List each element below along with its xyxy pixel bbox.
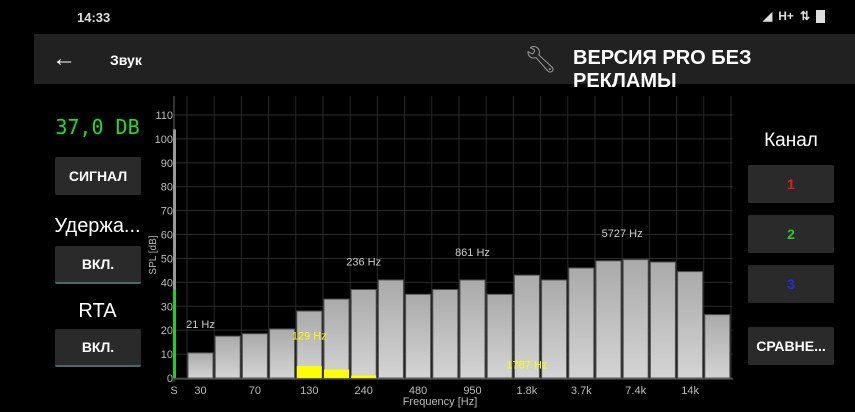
y-tick-label: 30 bbox=[161, 301, 173, 313]
spectrum-bar bbox=[677, 271, 704, 379]
spectrum-bar bbox=[432, 289, 459, 379]
spectrum-bar bbox=[269, 328, 296, 379]
x-tick-label: 950 bbox=[463, 385, 481, 397]
spectrum-bar bbox=[377, 279, 404, 379]
y-tick-label: 70 bbox=[161, 206, 173, 218]
y-tick-label: 10 bbox=[161, 349, 173, 361]
x-axis-label: Frequency [Hz] bbox=[403, 396, 478, 408]
x-tick-label: 14k bbox=[681, 385, 699, 397]
x-tick-label: 130 bbox=[300, 385, 318, 397]
spectrum-bar bbox=[241, 333, 268, 379]
hold-bar bbox=[351, 375, 377, 378]
y-tick-label: 0 bbox=[167, 373, 173, 385]
spectrum-bar bbox=[405, 293, 432, 379]
meter-label: S bbox=[170, 385, 177, 397]
level-meter-peak bbox=[173, 129, 176, 290]
x-tick-label: 3.7k bbox=[571, 385, 592, 397]
peak-label: 21 Hz bbox=[186, 319, 215, 331]
y-tick-label: 100 bbox=[155, 134, 173, 146]
spectrum-bar bbox=[350, 289, 377, 379]
x-tick-label: 70 bbox=[249, 385, 261, 397]
y-tick-label: 110 bbox=[155, 110, 173, 122]
spectrum-bar bbox=[649, 261, 676, 379]
y-tick-label: 60 bbox=[161, 230, 173, 242]
hold-bar bbox=[324, 369, 349, 378]
hold-peak-label: 129 Hz bbox=[292, 331, 327, 343]
x-tick-label: 30 bbox=[194, 385, 206, 397]
peak-label: 5727 Hz bbox=[602, 228, 643, 240]
x-tick-label: 240 bbox=[355, 385, 373, 397]
y-axis-label: SPL [dB] bbox=[148, 235, 159, 274]
x-tick-label: 480 bbox=[409, 385, 427, 397]
hold-bar bbox=[296, 366, 322, 378]
y-tick-label: 20 bbox=[161, 325, 173, 337]
spectrum-bar bbox=[704, 314, 731, 379]
spectrum-bar bbox=[214, 335, 241, 379]
peak-label: 861 Hz bbox=[455, 247, 490, 259]
spectrum-bar bbox=[622, 259, 649, 379]
y-tick-label: 90 bbox=[161, 158, 173, 170]
peak-label: 236 Hz bbox=[346, 257, 381, 269]
y-tick-label: 50 bbox=[161, 253, 173, 265]
spectrum-bar bbox=[568, 267, 595, 379]
y-tick-label: 40 bbox=[161, 277, 173, 289]
hold-peak-label: 1787 Hz bbox=[506, 359, 547, 371]
spectrum-bar bbox=[595, 260, 622, 379]
spectrum-bar bbox=[187, 352, 214, 379]
level-meter-bar bbox=[173, 289, 176, 378]
spectrum-bar bbox=[459, 279, 486, 379]
x-tick-label: 1.8k bbox=[517, 385, 538, 397]
x-tick-label: 7.4k bbox=[625, 385, 646, 397]
spectrum-chart: 0 10 20 30 40 50 60 70 80 90 100 110 SPL [dB] Frequen… bbox=[148, 96, 733, 408]
spectrum-bar bbox=[323, 298, 350, 379]
y-tick-label: 80 bbox=[161, 182, 173, 194]
